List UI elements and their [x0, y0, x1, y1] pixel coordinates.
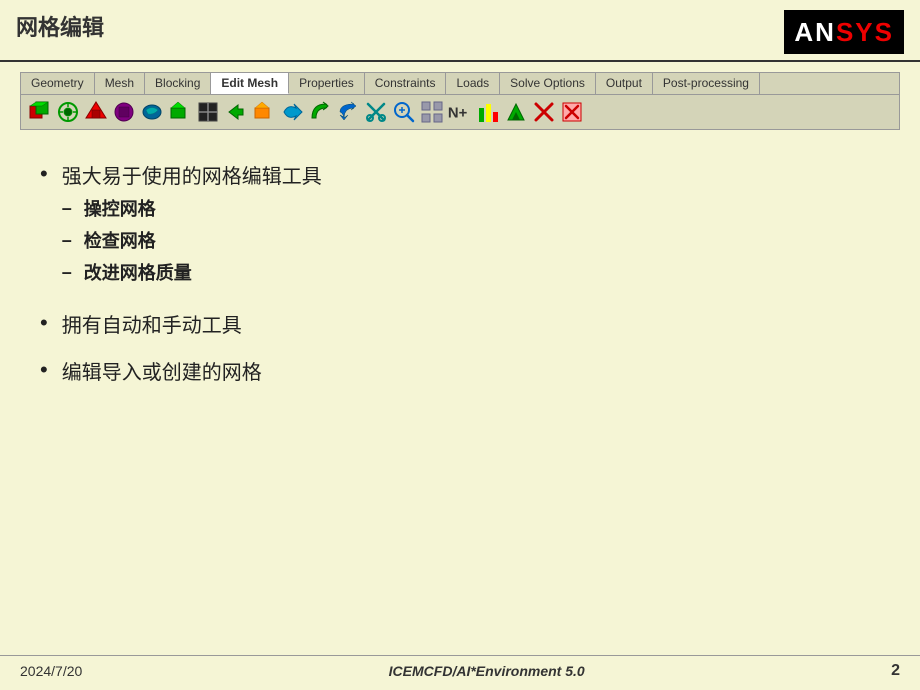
icon-3[interactable]: [83, 99, 109, 125]
icon-15[interactable]: [419, 99, 445, 125]
ansys-logo-text: ANSYS: [794, 17, 894, 48]
icon-12[interactable]: [335, 99, 361, 125]
bullet1-text: 强大易于使用的网格编辑工具: [62, 166, 322, 188]
svg-text:N+: N+: [448, 106, 468, 122]
ansys-logo: ANSYS: [784, 10, 904, 54]
bullet3-text: 编辑导入或创建的网格: [62, 356, 262, 385]
bullet-list: 强大易于使用的网格编辑工具 操控网格 检查网格 改进网格质量 拥有自动和手动工具…: [40, 160, 880, 385]
menu-mesh[interactable]: Mesh: [95, 73, 145, 94]
menu-properties[interactable]: Properties: [289, 73, 365, 94]
menu-constraints[interactable]: Constraints: [365, 73, 447, 94]
bullet2-text: 拥有自动和手动工具: [62, 309, 242, 338]
bullet-item-2: 拥有自动和手动工具: [40, 309, 880, 338]
content-area: 强大易于使用的网格编辑工具 操控网格 检查网格 改进网格质量 拥有自动和手动工具…: [0, 140, 920, 423]
toolbar-container: Geometry Mesh Blocking Edit Mesh Propert…: [20, 72, 900, 130]
icon-14[interactable]: [391, 99, 417, 125]
header: 网格编辑 ANSYS: [0, 0, 920, 62]
icon-20[interactable]: [559, 99, 585, 125]
icon-13[interactable]: [363, 99, 389, 125]
menu-blocking[interactable]: Blocking: [145, 73, 211, 94]
bullet-item-3: 编辑导入或创建的网格: [40, 356, 880, 385]
ansys-logo-an: AN: [794, 17, 836, 47]
menu-post-processing[interactable]: Post-processing: [653, 73, 760, 94]
sub-item-2-text: 检查网格: [84, 227, 156, 253]
icon-4[interactable]: [111, 99, 137, 125]
menu-loads[interactable]: Loads: [446, 73, 500, 94]
page-title: 网格编辑: [16, 10, 104, 42]
icon-19[interactable]: [531, 99, 557, 125]
menu-output[interactable]: Output: [596, 73, 653, 94]
icon-toolbar: N+: [21, 95, 899, 129]
ansys-logo-sys: SYS: [836, 17, 894, 47]
footer: 2024/7/20 ICEMCFD/AI*Environment 5.0 2: [0, 655, 920, 680]
sub-item-3: 改进网格质量: [62, 259, 322, 285]
sub-item-3-text: 改进网格质量: [84, 259, 192, 285]
menu-geometry[interactable]: Geometry: [21, 73, 95, 94]
sub-item-2: 检查网格: [62, 227, 322, 253]
menu-solve-options[interactable]: Solve Options: [500, 73, 596, 94]
footer-date: 2024/7/20: [20, 663, 82, 679]
sub-item-1-text: 操控网格: [84, 195, 156, 221]
sub-list-1: 操控网格 检查网格 改进网格质量: [62, 195, 322, 285]
menu-bar: Geometry Mesh Blocking Edit Mesh Propert…: [21, 73, 899, 95]
bullet-item-1: 强大易于使用的网格编辑工具 操控网格 检查网格 改进网格质量: [40, 160, 880, 291]
icon-17[interactable]: [475, 99, 501, 125]
icon-9[interactable]: [251, 99, 277, 125]
icon-11[interactable]: [307, 99, 333, 125]
icon-5[interactable]: [139, 99, 165, 125]
sub-item-1: 操控网格: [62, 195, 322, 221]
icon-1[interactable]: [27, 99, 53, 125]
footer-page: 2: [891, 662, 900, 680]
icon-n-plus[interactable]: N+: [447, 99, 473, 125]
footer-title: ICEMCFD/AI*Environment 5.0: [389, 663, 585, 679]
icon-2[interactable]: [55, 99, 81, 125]
icon-18[interactable]: [503, 99, 529, 125]
icon-6[interactable]: [167, 99, 193, 125]
icon-7[interactable]: [195, 99, 221, 125]
icon-10[interactable]: [279, 99, 305, 125]
menu-edit-mesh[interactable]: Edit Mesh: [211, 73, 289, 94]
icon-8[interactable]: [223, 99, 249, 125]
